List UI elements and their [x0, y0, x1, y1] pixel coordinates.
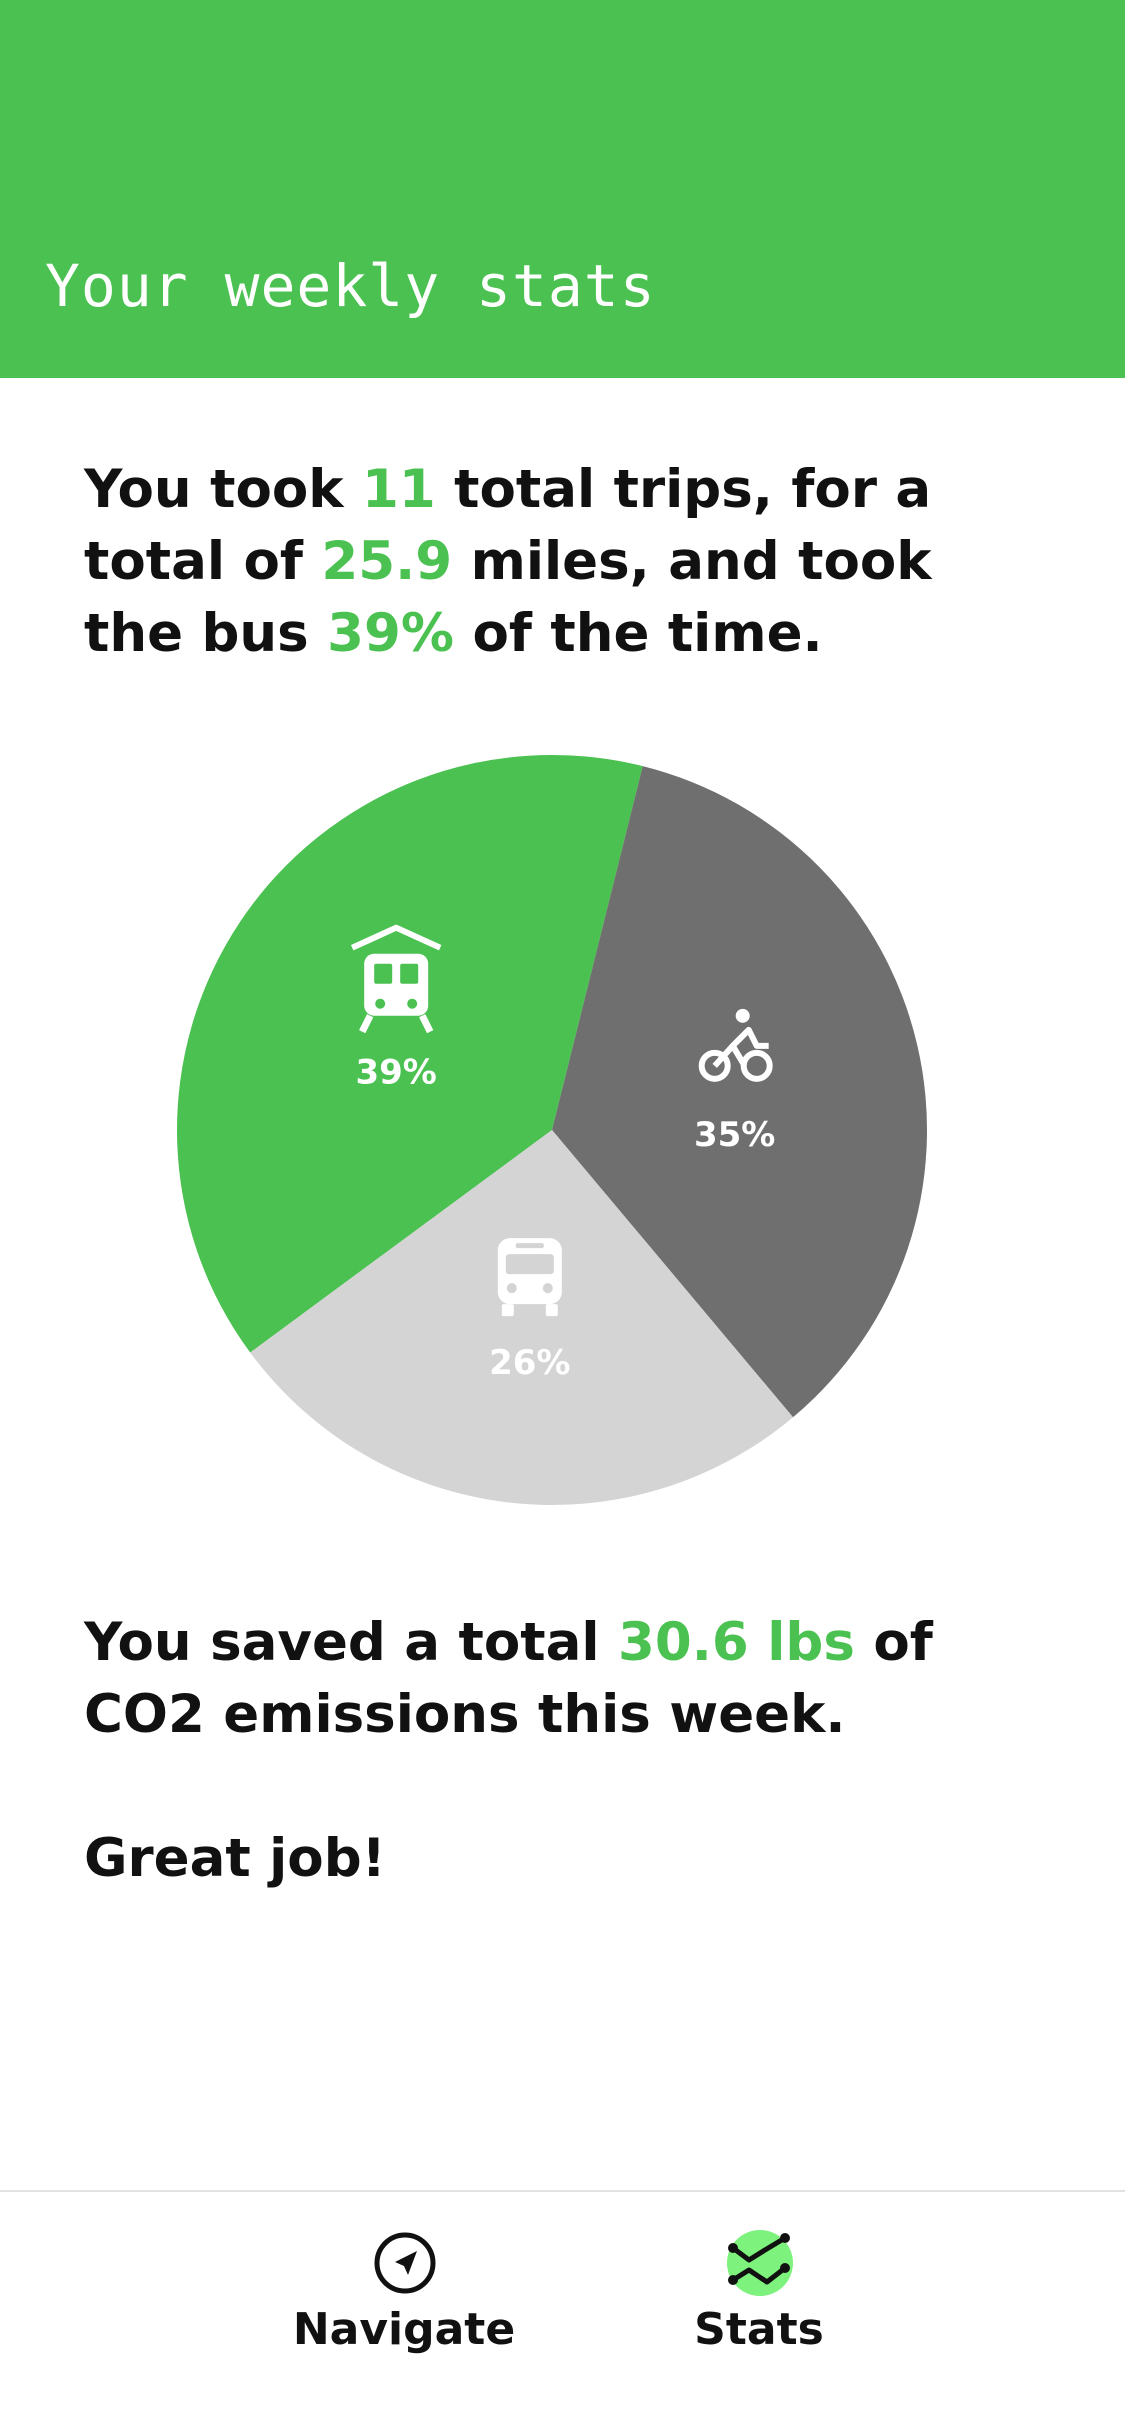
congrats-text: Great job!	[84, 1828, 386, 1889]
bottom-tab-bar: Navigate Stats	[0, 2190, 1125, 2436]
emissions-text: You saved a total 30.6 lbs of CO2 emissi…	[84, 1607, 1044, 1751]
emissions-text-1: You saved a total	[84, 1612, 618, 1673]
tab-stats[interactable]: Stats	[629, 2192, 889, 2372]
tab-label-navigate: Navigate	[292, 2304, 516, 2355]
tab-label-stats: Stats	[694, 2304, 824, 2355]
pie-slice-label: 35%	[694, 1115, 775, 1155]
pie-slice-label: 39%	[355, 1053, 436, 1093]
navigation-arrow-icon	[374, 2232, 436, 2294]
trend-chart-icon	[727, 2230, 793, 2296]
transport-pie-chart: 39% 35% 26%	[177, 755, 927, 1506]
tab-navigate[interactable]: Navigate	[274, 2192, 534, 2372]
pie-slice-label: 26%	[489, 1343, 570, 1383]
co2-saved-amount: 30.6 lbs	[618, 1612, 855, 1673]
stats-screen: Your weekly stats You took 11 total trip…	[0, 0, 1125, 2436]
